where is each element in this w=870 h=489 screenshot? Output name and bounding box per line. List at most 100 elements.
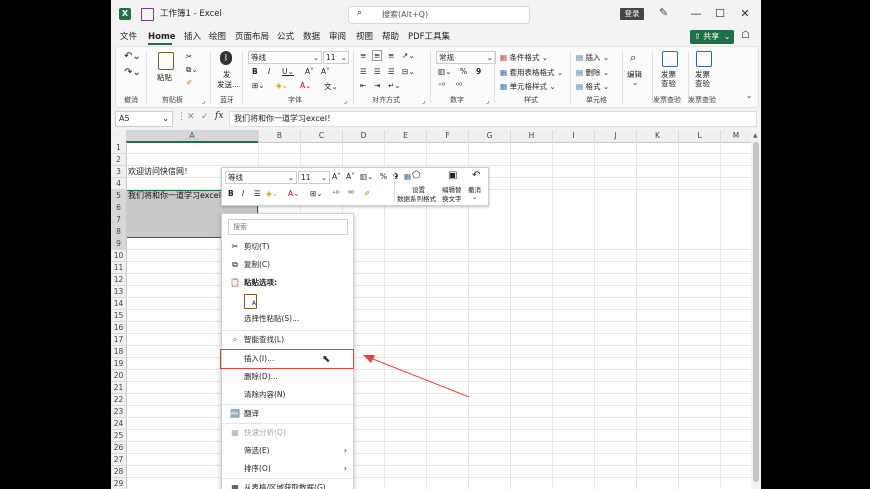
format-painter-icon[interactable]: ✐ xyxy=(364,189,370,198)
menu-item-copy[interactable]: ⧉ 复制(C) xyxy=(222,256,353,274)
paste-option-icon[interactable]: A xyxy=(244,294,257,309)
row-header-23[interactable]: 23 xyxy=(111,406,127,418)
menu-item-translate[interactable]: 🔤 翻译 xyxy=(222,405,353,423)
border-icon[interactable]: ⊞⌄ xyxy=(252,81,265,90)
column-header-c[interactable]: C xyxy=(301,130,343,143)
row-header-11[interactable]: 11 xyxy=(111,262,127,274)
row-header-6[interactable]: 6 xyxy=(111,202,127,214)
align-middle-icon[interactable]: ≡ xyxy=(372,50,383,61)
maximize-button[interactable]: ☐ xyxy=(706,0,734,28)
decrease-decimal-icon[interactable]: ⁰⁰ xyxy=(456,81,462,90)
percent-icon[interactable]: % xyxy=(460,67,467,76)
bold-button[interactable]: B xyxy=(252,67,258,76)
row-header-3[interactable]: 3 xyxy=(111,166,127,178)
pen-icon[interactable]: ✎ xyxy=(659,6,668,19)
undo-icon[interactable]: ↶⌄ xyxy=(124,51,141,62)
column-header-d[interactable]: D xyxy=(343,130,385,143)
set-series-format-icon[interactable]: ⬠ xyxy=(412,170,421,181)
row-header-26[interactable]: 26 xyxy=(111,442,127,454)
insert-cells-button[interactable]: ▤ 插入 ⌄ xyxy=(576,52,609,63)
login-button[interactable]: 登录 xyxy=(620,8,644,20)
menu-item-cut[interactable]: ✂ 剪切(T) xyxy=(222,238,353,256)
column-header-h[interactable]: H xyxy=(511,130,553,143)
table-icon[interactable]: ▦ xyxy=(404,172,411,181)
scroll-up-icon[interactable]: ▲ xyxy=(753,132,758,139)
increase-font-icon[interactable]: A˄ xyxy=(332,172,341,181)
underline-button[interactable]: U⌄ xyxy=(282,67,294,76)
collapse-ribbon-icon[interactable]: ⌄ xyxy=(746,91,752,100)
column-header-e[interactable]: E xyxy=(385,130,427,143)
redo-icon[interactable]: ↷⌄ xyxy=(124,67,141,78)
row-header-27[interactable]: 27 xyxy=(111,454,127,466)
row-header-10[interactable]: 10 xyxy=(111,250,127,262)
decrease-decimal-icon[interactable]: ⁰⁰ xyxy=(348,189,354,198)
row-header-22[interactable]: 22 xyxy=(111,394,127,406)
increase-decimal-icon[interactable]: ⁺⁰ xyxy=(332,189,339,198)
tab-file[interactable]: 文件 xyxy=(120,28,137,46)
decrease-font-icon[interactable]: A˅ xyxy=(346,172,355,181)
dialog-launcher-icon[interactable]: ⌟ xyxy=(344,97,347,105)
italic-button[interactable]: I xyxy=(268,67,270,76)
menu-item-from-table[interactable]: ▦ 从表格/区域获取数据(G)... xyxy=(222,479,353,489)
font-color-icon[interactable]: A⌄ xyxy=(300,81,311,90)
orientation-icon[interactable]: ↗⌄ xyxy=(402,51,415,60)
dialog-launcher-icon[interactable]: ⌟ xyxy=(202,97,205,105)
row-header-24[interactable]: 24 xyxy=(111,418,127,430)
row-header-18[interactable]: 18 xyxy=(111,346,127,358)
tab-pdf-tools[interactable]: PDF工具集 xyxy=(408,28,450,46)
row-header-21[interactable]: 21 xyxy=(111,382,127,394)
phonetic-icon[interactable]: 文⌄ xyxy=(324,81,338,92)
percent-icon[interactable]: % xyxy=(380,172,387,181)
tab-formulas[interactable]: 公式 xyxy=(277,28,294,46)
tab-help[interactable]: 帮助 xyxy=(382,28,399,46)
menu-item-paste-special[interactable]: 选择性粘贴(S)... xyxy=(222,310,353,328)
merge-icon[interactable]: ⊟⌄ xyxy=(402,67,415,76)
chevron-down-icon[interactable]: ⌄ xyxy=(472,193,477,201)
menu-item-smart-lookup[interactable]: ⌕ 智能查找(L) xyxy=(222,331,353,349)
function-icon[interactable]: fx xyxy=(215,111,223,121)
comment-icon[interactable]: ☖ xyxy=(741,30,750,41)
column-header-l[interactable]: L xyxy=(679,130,721,143)
undo-icon[interactable]: ↶ xyxy=(472,170,480,181)
menu-item-filter[interactable]: 筛选(E) › xyxy=(222,442,353,460)
invoice-icon[interactable] xyxy=(662,51,678,67)
alt-text-icon[interactable]: ▣ xyxy=(448,170,457,181)
row-header-29[interactable]: 29 xyxy=(111,478,127,489)
cancel-icon[interactable]: ✕ xyxy=(187,112,195,122)
increase-font-icon[interactable]: A˄ xyxy=(305,67,314,76)
format-cells-button[interactable]: ▤ 格式 ⌄ xyxy=(576,81,609,92)
menu-item-delete[interactable]: 删除(D)... xyxy=(222,368,353,386)
scroll-thumb[interactable] xyxy=(753,142,759,482)
row-header-16[interactable]: 16 xyxy=(111,322,127,334)
currency-icon[interactable]: ▥⌄ xyxy=(438,67,451,76)
row-header-13[interactable]: 13 xyxy=(111,286,127,298)
edit-alt-text-label-b[interactable]: 换文字 xyxy=(442,193,462,203)
format-painter-icon[interactable]: ✐ xyxy=(186,78,192,87)
confirm-icon[interactable]: ✓ xyxy=(201,112,209,122)
cell-a3[interactable]: 欢迎访问快信网！ xyxy=(128,166,192,177)
dialog-launcher-icon[interactable]: ⌟ xyxy=(486,97,489,105)
invoice-icon[interactable] xyxy=(696,51,712,67)
mini-font-size-select[interactable]: 11 ⌄ xyxy=(298,171,330,184)
column-header-f[interactable]: F xyxy=(427,130,469,143)
column-header-a[interactable]: A xyxy=(126,130,259,143)
align-top-icon[interactable]: ≡ xyxy=(360,51,366,60)
tab-data[interactable]: 数据 xyxy=(303,28,320,46)
tab-insert[interactable]: 插入 xyxy=(184,28,201,46)
paste-icon[interactable] xyxy=(158,52,174,70)
align-center-icon[interactable]: ☰ xyxy=(374,67,381,76)
row-header-7[interactable]: 7 xyxy=(111,214,127,226)
paste-button[interactable]: 粘贴 xyxy=(157,72,172,83)
row-header-4[interactable]: 4 xyxy=(111,178,127,190)
column-header-b[interactable]: B xyxy=(259,130,301,143)
delete-cells-button[interactable]: ▤ 删除 ⌄ xyxy=(576,67,609,78)
font-color-icon[interactable]: A⌄ xyxy=(288,189,299,198)
send-button[interactable]: 发送... xyxy=(217,79,239,90)
font-name-select[interactable]: 等线 ⌄ xyxy=(248,51,322,64)
chevron-down-icon[interactable]: ⌄ xyxy=(632,78,638,87)
align-bottom-icon[interactable]: ≡ xyxy=(388,51,394,60)
menu-item-sort[interactable]: 排序(O) › xyxy=(222,460,353,478)
column-header-g[interactable]: G xyxy=(469,130,511,143)
row-header-15[interactable]: 15 xyxy=(111,310,127,322)
comma-icon[interactable]: 9 xyxy=(476,67,481,76)
